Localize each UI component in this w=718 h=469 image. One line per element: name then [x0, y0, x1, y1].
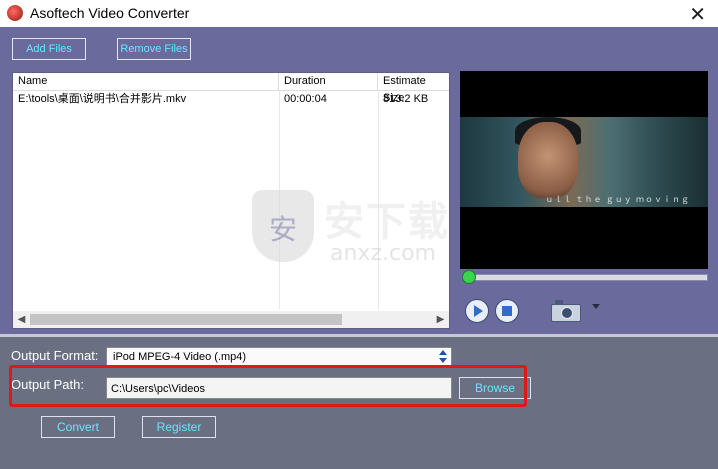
snapshot-button[interactable]: [551, 300, 581, 322]
scrollbar-thumb[interactable]: [30, 314, 342, 325]
output-format-select[interactable]: iPod MPEG-4 Video (.mp4): [106, 347, 452, 366]
stop-icon: [502, 306, 512, 316]
scroll-right-icon[interactable]: ▶: [432, 311, 449, 328]
play-button[interactable]: [465, 299, 489, 323]
seek-handle[interactable]: [462, 270, 476, 284]
close-icon[interactable]: ✕: [689, 2, 706, 27]
video-frame: ｕｌｌ ｔｈｅ ｇｕｙ ｍｏｖｉｎｇ: [460, 117, 708, 207]
table-row[interactable]: E:\tools\桌面\说明书\合并影片.mkv 00:00:04 813.2 …: [13, 91, 449, 108]
column-header-name[interactable]: Name: [13, 73, 279, 90]
play-icon: [474, 305, 483, 317]
file-duration-cell: 00:00:04: [284, 93, 327, 105]
horizontal-scrollbar[interactable]: ◀ ▶: [13, 311, 449, 328]
column-divider: [378, 91, 379, 309]
output-path-field[interactable]: C:\Users\pc\Videos: [106, 377, 452, 399]
video-subtitle: ｕｌｌ ｔｈｅ ｇｕｙ ｍｏｖｉｎｇ: [545, 195, 690, 204]
register-button[interactable]: Register: [142, 416, 216, 438]
column-divider: [279, 91, 280, 309]
app-logo-icon: [7, 5, 23, 21]
file-name-cell: E:\tools\桌面\说明书\合并影片.mkv: [18, 93, 187, 105]
convert-button[interactable]: Convert: [41, 416, 115, 438]
column-header-size[interactable]: Estimate Size: [378, 73, 449, 104]
output-format-label: Output Format:: [11, 348, 99, 363]
output-format-value: iPod MPEG-4 Video (.mp4): [113, 351, 247, 363]
stop-button[interactable]: [495, 299, 519, 323]
select-arrows-icon: [439, 350, 447, 364]
window-title: Asoftech Video Converter: [30, 5, 190, 21]
file-list-header: Name Duration Estimate Size: [13, 73, 449, 104]
scroll-left-icon[interactable]: ◀: [13, 311, 30, 328]
output-path-label: Output Path:: [11, 377, 84, 392]
video-preview: ｕｌｌ ｔｈｅ ｇｕｙ ｍｏｖｉｎｇ: [460, 71, 708, 269]
remove-files-button[interactable]: Remove Files: [117, 38, 191, 60]
browse-button[interactable]: Browse: [459, 377, 531, 399]
snapshot-dropdown-icon[interactable]: [592, 304, 600, 309]
file-list[interactable]: Name Duration Estimate Size E:\tools\桌面\…: [12, 72, 450, 329]
seek-bar[interactable]: [466, 274, 708, 281]
file-size-cell: 813.2 KB: [383, 93, 429, 105]
column-header-duration[interactable]: Duration: [279, 73, 378, 90]
title-bar: Asoftech Video Converter ✕: [0, 0, 718, 27]
add-files-button[interactable]: Add Files: [12, 38, 86, 60]
